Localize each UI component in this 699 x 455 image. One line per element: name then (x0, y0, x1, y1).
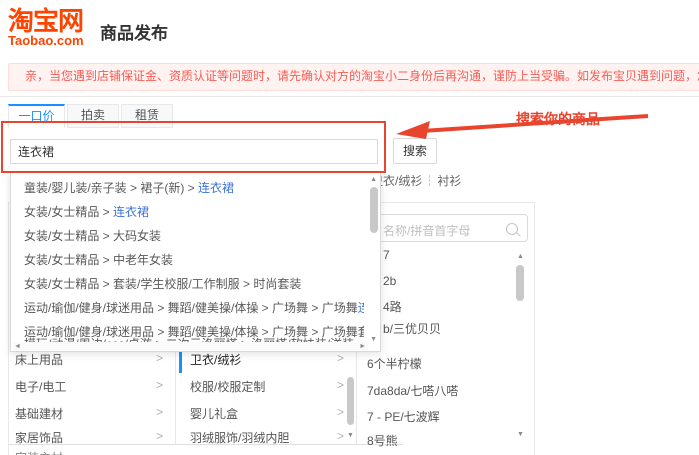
category-item[interactable]: 8号熊 (367, 432, 398, 449)
chevron-right-icon: > (156, 378, 163, 392)
recent-category-link[interactable]: 衬衫 (437, 174, 461, 188)
scroll-right-icon[interactable]: ► (359, 343, 366, 351)
taobao-logo-en: Taobao.com (8, 34, 84, 48)
section-divider (0, 96, 699, 97)
category-item[interactable]: 床上用品 (15, 351, 63, 368)
security-notice-bar: 亲，当您遇到店铺保证金、资质认证等问题时，请先确认对方的淘宝小二身份后再沟通，谨… (8, 63, 699, 91)
chevron-right-icon: > (156, 351, 163, 365)
tab-fixed-price[interactable]: 一口价 (8, 104, 65, 128)
suggestion-item[interactable]: 女装/女士精品 > 中老年女装 (24, 248, 364, 272)
suggestion-item[interactable]: 女装/女士精品 > 大码女装 (24, 224, 364, 248)
suggestion-keyword: 连衣裙 (113, 205, 149, 219)
chevron-right-icon: > (337, 378, 344, 392)
suggestion-item[interactable]: 女装/女士精品 > 连衣裙 (24, 200, 364, 224)
chevron-right-icon: > (156, 405, 163, 419)
category-item[interactable]: 6个半柠檬 (367, 355, 422, 372)
category-item[interactable]: 校服/校服定制 (190, 378, 265, 395)
product-publish-page: 淘宝网 Taobao.com 商品发布 亲，当您遇到店铺保证金、资质认证等问题时… (0, 0, 699, 455)
taobao-logo[interactable]: 淘宝网 Taobao.com (8, 8, 84, 48)
chevron-right-icon: > (337, 429, 344, 443)
suggestion-item[interactable]: 女装/女士精品 > 套装/学生校服/工作制服 > 时尚套装 (24, 272, 364, 296)
category-item[interactable]: 婴儿礼盒 (190, 405, 238, 422)
search-icon (506, 223, 518, 235)
tab-auction[interactable]: 拍卖 (67, 104, 119, 128)
category-item[interactable]: 2b (383, 274, 396, 288)
page-title: 商品发布 (100, 19, 168, 44)
scroll-left-icon[interactable]: ◄ (14, 343, 21, 351)
scroll-down-icon[interactable]: ▼ (517, 431, 524, 439)
chevron-right-icon: > (156, 429, 163, 443)
category-item-selected[interactable]: 卫衣/绒衫 (190, 351, 241, 368)
category-item[interactable]: 羽绒服饰/羽绒内胆 (190, 429, 289, 446)
scroll-down-icon[interactable]: ▼ (370, 336, 377, 344)
suggestion-path: 童装/婴儿装/亲子装 > 裙子(新) > (24, 181, 198, 195)
category-item[interactable]: b/三优贝贝 (383, 320, 441, 337)
category-item[interactable]: 7 - PE/七波辉 (367, 408, 440, 425)
scroll-up-icon[interactable]: ▲ (517, 253, 524, 261)
search-suggestions-dropdown: 童装/婴儿装/亲子装 > 裙子(新) > 连衣裙 女装/女士精品 > 连衣裙 女… (10, 172, 381, 352)
category-search-placeholder: 名称/拼音首字母 (383, 222, 470, 239)
col1-divider (175, 352, 176, 444)
suggestion-keyword: 连衣裙 (198, 181, 234, 195)
chevron-right-icon: > (337, 405, 344, 419)
suggestion-path: 女装/女士精品 > (24, 205, 113, 219)
suggestion-path: 女装/女士精品 > 中老年女装 (24, 253, 173, 267)
search-input[interactable] (10, 139, 378, 164)
category-item[interactable]: 家装主材 (15, 449, 63, 455)
suggestion-item[interactable]: 童装/婴儿装/亲子装 > 裙子(新) > 连衣裙 (24, 176, 364, 200)
scrollbar-thumb[interactable] (347, 377, 354, 425)
category-item[interactable]: 电子/电工 (15, 378, 66, 395)
scrollbar-thumb[interactable] (370, 187, 378, 233)
suggestion-path: 运动/瑜伽/健身/球迷用品 > 舞蹈/健美操/体操 > 广场舞 > 广场舞 (24, 301, 358, 315)
tab-lease[interactable]: 租赁 (121, 104, 173, 128)
horizontal-scrollbar[interactable]: ◄ ► (12, 342, 368, 350)
category-item[interactable]: 家居饰品 (15, 429, 63, 446)
recent-divider (429, 175, 430, 186)
category-item[interactable]: 7 (383, 248, 390, 262)
suggestion-keyword: 连衣裙 (358, 301, 364, 315)
annotation-label: 搜索你的商品 (516, 109, 600, 129)
chevron-right-icon: > (337, 351, 344, 365)
category-item[interactable]: 基础建材 (15, 405, 63, 422)
scrollbar-thumb[interactable] (516, 265, 524, 301)
scroll-down-icon[interactable]: ▼ (347, 432, 354, 440)
taobao-logo-cn: 淘宝网 (8, 8, 84, 34)
category-item[interactable]: 7da8da/七嗒八嗒 (367, 382, 458, 399)
recent-categories: 卫衣/绒衫衬衫 (371, 172, 461, 189)
category-item[interactable]: 4路 (383, 298, 402, 315)
suggestion-path: 女装/女士精品 > 套装/学生校服/工作制服 > 时尚套装 (24, 277, 301, 291)
search-button[interactable]: 搜索 (393, 138, 437, 164)
security-notice-text: 亲，当您遇到店铺保证金、资质认证等问题时，请先确认对方的淘宝小二身份后再沟通，谨… (25, 69, 699, 83)
col2-divider (356, 352, 357, 444)
suggestion-path: 女装/女士精品 > 大码女装 (24, 229, 161, 243)
scroll-up-icon[interactable]: ▲ (370, 176, 377, 184)
suggestion-item[interactable]: 运动/瑜伽/健身/球迷用品 > 舞蹈/健美操/体操 > 广场舞 > 广场舞连衣裙 (24, 296, 364, 320)
